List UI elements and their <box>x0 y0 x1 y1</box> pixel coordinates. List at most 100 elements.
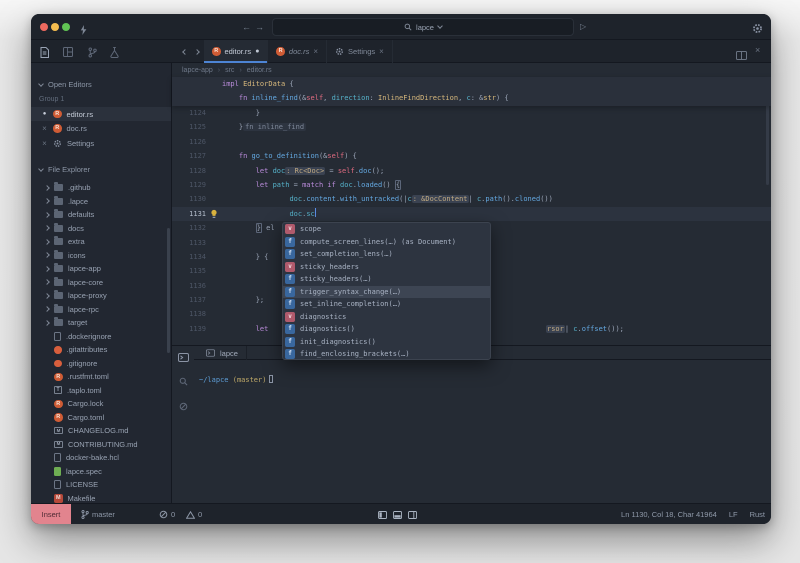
tree-item-target[interactable]: target <box>31 316 168 330</box>
completion-item[interactable]: fset_completion_lens(…) <box>283 248 490 261</box>
completion-item[interactable]: ffind_enclosing_brackets(…) <box>283 348 490 360</box>
tree-item-.gitattributes[interactable]: .gitattributes <box>31 343 168 357</box>
code-line-1131[interactable]: 1131 doc.sc <box>172 207 771 221</box>
run-button[interactable]: ▷ <box>580 14 586 40</box>
tab-doc.rs[interactable]: Rdoc.rs× <box>268 40 327 63</box>
tree-item-.lapce[interactable]: .lapce <box>31 195 168 209</box>
toggle-bottom-panel-icon[interactable] <box>393 511 402 519</box>
code-line-1128[interactable]: 1128 let doc: Rc<Doc> = self.doc(); <box>172 164 771 178</box>
sidebar-scrollbar[interactable] <box>167 228 170 353</box>
completion-item[interactable]: fcompute_screen_lines(…) (as Document) <box>283 236 490 249</box>
mode-badge[interactable]: Insert <box>31 504 71 524</box>
line-number: 1125 <box>172 120 206 134</box>
tree-item-lapce-core[interactable]: lapce-core <box>31 276 168 290</box>
code-line-1126[interactable]: 1126 <box>172 135 771 149</box>
settings-gear-icon[interactable] <box>752 21 763 39</box>
terminal-tab-lapce[interactable]: lapce <box>198 346 247 360</box>
titlebar[interactable]: ← → lapce ▷ <box>31 14 771 40</box>
breadcrumb-segment[interactable]: lapce-app <box>182 67 213 74</box>
tree-item-extra[interactable]: extra <box>31 235 168 249</box>
completion-item[interactable]: vsticky_headers <box>283 261 490 274</box>
tree-item-lapce-proxy[interactable]: lapce-proxy <box>31 289 168 303</box>
toggle-right-panel-icon[interactable] <box>408 511 417 519</box>
file-explorer-panel-icon[interactable] <box>35 45 53 59</box>
modified-dot[interactable]: ● <box>255 48 259 55</box>
git-branch-status[interactable]: master <box>81 504 115 524</box>
open-editors-header[interactable]: Open Editors <box>39 80 92 89</box>
command-palette-search[interactable]: lapce <box>272 18 574 36</box>
tree-item-label: .gitattributes <box>67 345 108 354</box>
remote-connection-icon[interactable] <box>80 22 87 40</box>
tree-item-docker-bake.hcl[interactable]: docker-bake.hcl <box>31 451 168 465</box>
code-line-1130[interactable]: 1130 doc.content.with_untracked(|c: &Doc… <box>172 192 771 206</box>
tree-item-.rustfmt.toml[interactable]: R.rustfmt.toml <box>31 370 168 384</box>
tree-item-LICENSE[interactable]: LICENSE <box>31 478 168 492</box>
completion-item[interactable]: ftrigger_syntax_change(…) <box>283 286 490 299</box>
terminal-panel[interactable]: lapce ~/lapce (master) <box>172 345 771 503</box>
tree-item-.gitignore[interactable]: .gitignore <box>31 357 168 371</box>
tabs-prev-icon[interactable] <box>182 49 188 55</box>
close-editor-icon[interactable]: × <box>755 45 760 55</box>
tree-item-lapce-app[interactable]: lapce-app <box>31 262 168 276</box>
completion-item[interactable]: fset_inline_completion(…) <box>283 298 490 311</box>
language-mode[interactable]: Rust <box>750 510 765 519</box>
zoom-window-button[interactable] <box>62 23 70 31</box>
tab-editor.rs[interactable]: Reditor.rs● <box>204 40 268 63</box>
breadcrumb-segment[interactable]: editor.rs <box>247 67 272 74</box>
tree-item-CHANGELOG.md[interactable]: MCHANGELOG.md <box>31 424 168 438</box>
terminal-tab-label: lapce <box>220 349 238 358</box>
open-editor-item-Settings[interactable]: ×Settings <box>31 136 171 150</box>
tabs-next-icon[interactable] <box>194 49 200 55</box>
breadcrumb-segment[interactable]: src <box>225 67 234 74</box>
tree-item-Cargo.lock[interactable]: RCargo.lock <box>31 397 168 411</box>
code-line-1129[interactable]: 1129 let path = match if doc.loaded() { <box>172 178 771 192</box>
tree-item-.taplo.toml[interactable]: T.taplo.toml <box>31 384 168 398</box>
tree-item-icons[interactable]: icons <box>31 249 168 263</box>
tree-item-defaults[interactable]: defaults <box>31 208 168 222</box>
tree-item-.dockerignore[interactable]: .dockerignore <box>31 330 168 344</box>
modified-dot[interactable]: ● <box>41 111 48 117</box>
tree-item-.github[interactable]: .github <box>31 181 168 195</box>
close-window-button[interactable] <box>40 23 48 31</box>
tree-item-Cargo.toml[interactable]: RCargo.toml <box>31 411 168 425</box>
tree-item-lapce.spec[interactable]: lapce.spec <box>31 465 168 479</box>
completion-item[interactable]: finit_diagnostics() <box>283 336 490 349</box>
code-line-1127[interactable]: 1127 fn go_to_definition(&self) { <box>172 149 771 163</box>
breadcrumb[interactable]: lapce-app›src›editor.rs <box>182 63 272 77</box>
panel-toggles <box>378 504 417 524</box>
close-icon[interactable]: × <box>41 139 48 148</box>
toggle-left-panel-icon[interactable] <box>378 511 387 519</box>
eol-indicator[interactable]: LF <box>729 510 738 519</box>
open-editor-item-editor.rs[interactable]: ●Reditor.rs <box>31 107 171 121</box>
nav-forward-icon[interactable]: → <box>255 14 264 40</box>
panels-layout-icon[interactable] <box>59 45 77 59</box>
completion-item[interactable]: fdiagnostics() <box>283 323 490 336</box>
cursor-position[interactable]: Ln 1130, Col 18, Char 41964 <box>621 510 717 519</box>
close-icon[interactable]: × <box>379 47 384 56</box>
tab-bar: Reditor.rs●Rdoc.rs×Settings× × <box>31 40 771 63</box>
completion-item[interactable]: vdiagnostics <box>283 311 490 324</box>
code-line-1124[interactable]: 1124 } <box>172 106 771 120</box>
close-icon[interactable]: × <box>313 47 318 56</box>
tree-item-lapce-rpc[interactable]: lapce-rpc <box>31 303 168 317</box>
file-type-folder-icon <box>54 265 63 272</box>
completion-item[interactable]: vscope <box>283 223 490 236</box>
tree-item-CONTRIBUTING.md[interactable]: MCONTRIBUTING.md <box>31 438 168 452</box>
file-explorer-header[interactable]: File Explorer <box>39 165 90 174</box>
close-icon[interactable]: × <box>41 124 48 133</box>
debug-plugin-icon[interactable] <box>105 45 123 59</box>
minimize-window-button[interactable] <box>51 23 59 31</box>
problems-icon[interactable] <box>176 399 190 413</box>
source-control-icon[interactable] <box>83 45 101 59</box>
code-line-1125[interactable]: 1125 }fn inline_find <box>172 120 771 134</box>
search-icon[interactable] <box>176 374 190 388</box>
terminal-icon[interactable] <box>176 350 190 364</box>
warning-count[interactable]: 0 <box>186 504 202 524</box>
nav-back-icon[interactable]: ← <box>242 14 251 40</box>
open-editor-item-doc.rs[interactable]: ×Rdoc.rs <box>31 122 171 136</box>
error-count[interactable]: 0 <box>159 504 175 524</box>
tree-item-docs[interactable]: docs <box>31 222 168 236</box>
completion-item[interactable]: fsticky_headers(…) <box>283 273 490 286</box>
tab-Settings[interactable]: Settings× <box>327 40 393 63</box>
tree-item-label: Makefile <box>68 494 96 503</box>
